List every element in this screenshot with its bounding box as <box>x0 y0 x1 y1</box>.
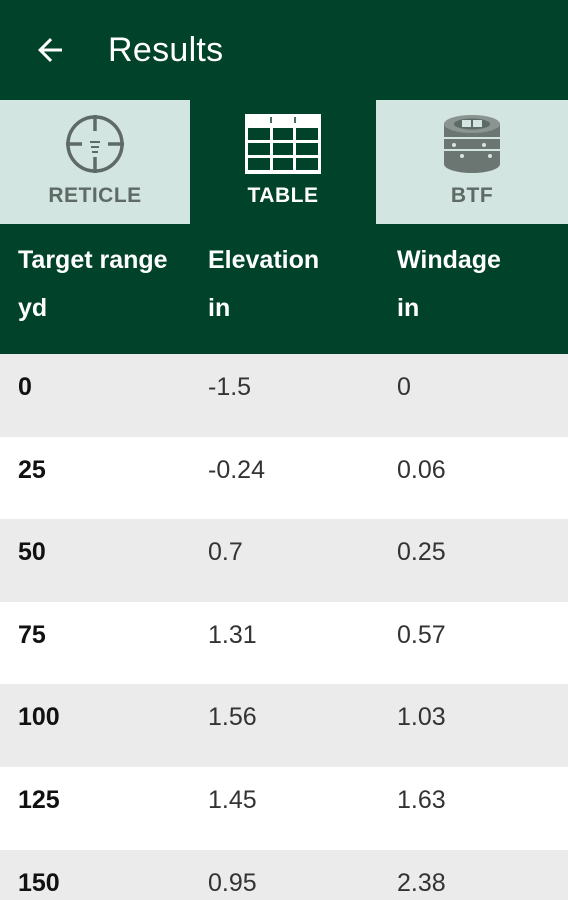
cell-elevation: 1.56 <box>208 703 257 732</box>
header-unit: in <box>208 294 231 322</box>
tab-label: RETICLE <box>48 184 142 207</box>
table-row: 100 1.56 1.03 <box>0 684 568 767</box>
header-title: Windage <box>397 246 501 274</box>
table-body: 0 -1.5 0 25 -0.24 0.06 50 0.7 0.25 75 1.… <box>0 354 568 900</box>
turret-dial-icon <box>440 112 504 176</box>
tab-bar: RETICLE TABLE BTF <box>0 100 568 226</box>
cell-elevation: -1.5 <box>208 373 252 401</box>
tab-btf[interactable]: BTF <box>376 100 568 224</box>
table-row: 150 0.95 2.38 <box>0 849 568 900</box>
header-title: Elevation <box>208 246 320 274</box>
header-unit: in <box>397 294 420 322</box>
grid-table-icon <box>244 112 322 176</box>
cell-windage: 0 <box>397 373 411 401</box>
tab-label: BTF <box>450 184 494 207</box>
cell-elevation: -0.24 <box>208 455 265 484</box>
table-row: 125 1.45 1.63 <box>0 766 568 850</box>
cell-range: 100 <box>18 703 60 732</box>
cell-windage: 0.06 <box>397 455 446 484</box>
table-row: 50 0.7 0.25 <box>0 519 568 602</box>
results-screen: Results RETICLE TABLE BTF Target range y… <box>0 0 568 900</box>
app-bar: Results <box>0 0 568 100</box>
cell-windage: 1.03 <box>397 703 446 732</box>
cell-windage: 1.63 <box>397 785 446 814</box>
cell-range: 150 <box>18 868 60 897</box>
page-title: Results <box>108 30 224 69</box>
cell-windage: 0.25 <box>397 538 446 567</box>
cell-windage: 0.57 <box>397 620 446 649</box>
table-row: 25 -0.24 0.06 <box>0 436 568 520</box>
tab-label: TABLE <box>247 184 319 207</box>
crosshair-icon <box>63 112 127 176</box>
tab-table[interactable]: TABLE <box>190 100 376 224</box>
table-row: 0 -1.5 0 <box>0 354 568 437</box>
cell-range: 50 <box>18 538 46 567</box>
arrow-left-icon <box>38 38 62 62</box>
cell-elevation: 0.95 <box>208 868 257 897</box>
column-header-elevation[interactable]: Elevation in <box>190 226 379 354</box>
header-unit: yd <box>18 294 48 322</box>
cell-range: 125 <box>18 785 60 814</box>
cell-elevation: 0.7 <box>208 538 243 567</box>
cell-windage: 2.38 <box>397 868 446 897</box>
cell-range: 0 <box>18 373 32 401</box>
column-header-target-range[interactable]: Target range yd <box>0 226 190 354</box>
table-row: 75 1.31 0.57 <box>0 601 568 685</box>
cell-elevation: 1.45 <box>208 785 257 814</box>
column-header-windage[interactable]: Windage in <box>379 226 568 354</box>
header-title: Target range <box>18 246 168 274</box>
back-button[interactable] <box>0 0 100 100</box>
cell-range: 75 <box>18 620 46 649</box>
tab-reticle[interactable]: RETICLE <box>0 100 190 224</box>
cell-range: 25 <box>18 455 46 484</box>
cell-elevation: 1.31 <box>208 620 257 649</box>
table-header: Target range yd Elevation in Windage in <box>0 226 568 354</box>
